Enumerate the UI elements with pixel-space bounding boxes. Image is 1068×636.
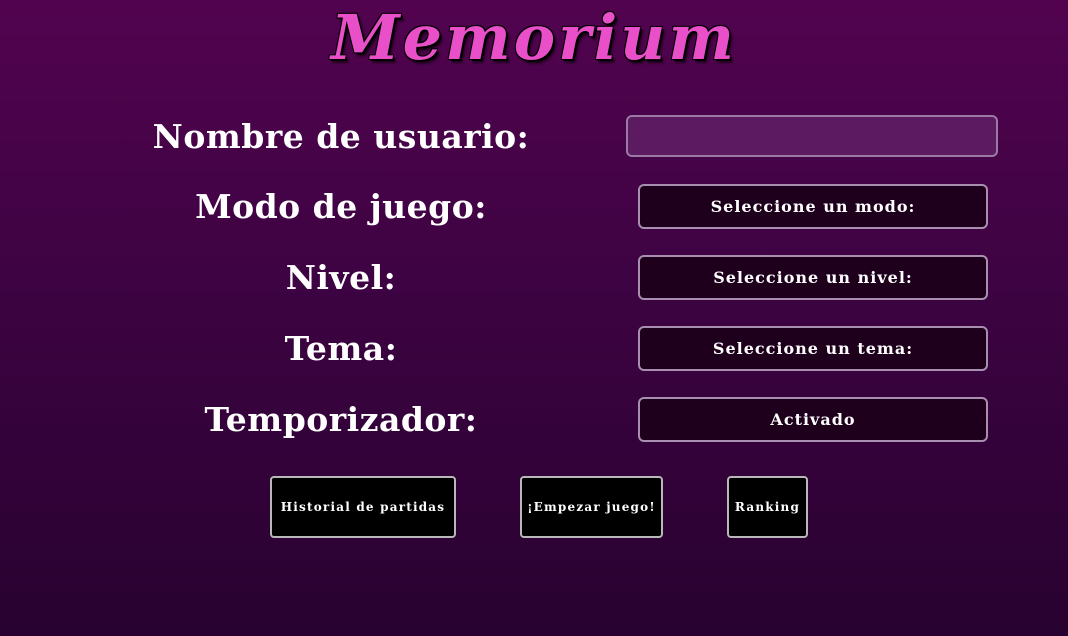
app-title: Memorium [331, 1, 737, 74]
ranking-button[interactable]: Ranking [727, 476, 808, 538]
timer-label: Temporizador: [204, 400, 478, 439]
level-label: Nivel: [285, 258, 397, 297]
start-game-button[interactable]: ¡Empezar juego! [520, 476, 663, 538]
level-select[interactable]: Seleccione un nivel: [638, 255, 988, 300]
mode-label: Modo de juego: [195, 187, 487, 226]
history-button[interactable]: Historial de partidas [270, 476, 456, 538]
username-label: Nombre de usuario: [152, 117, 530, 156]
theme-select[interactable]: Seleccione un tema: [638, 326, 988, 371]
username-input[interactable] [626, 115, 998, 157]
timer-select[interactable]: Activado [638, 397, 988, 442]
theme-label: Tema: [284, 329, 398, 368]
mode-select[interactable]: Seleccione un modo: [638, 184, 988, 229]
